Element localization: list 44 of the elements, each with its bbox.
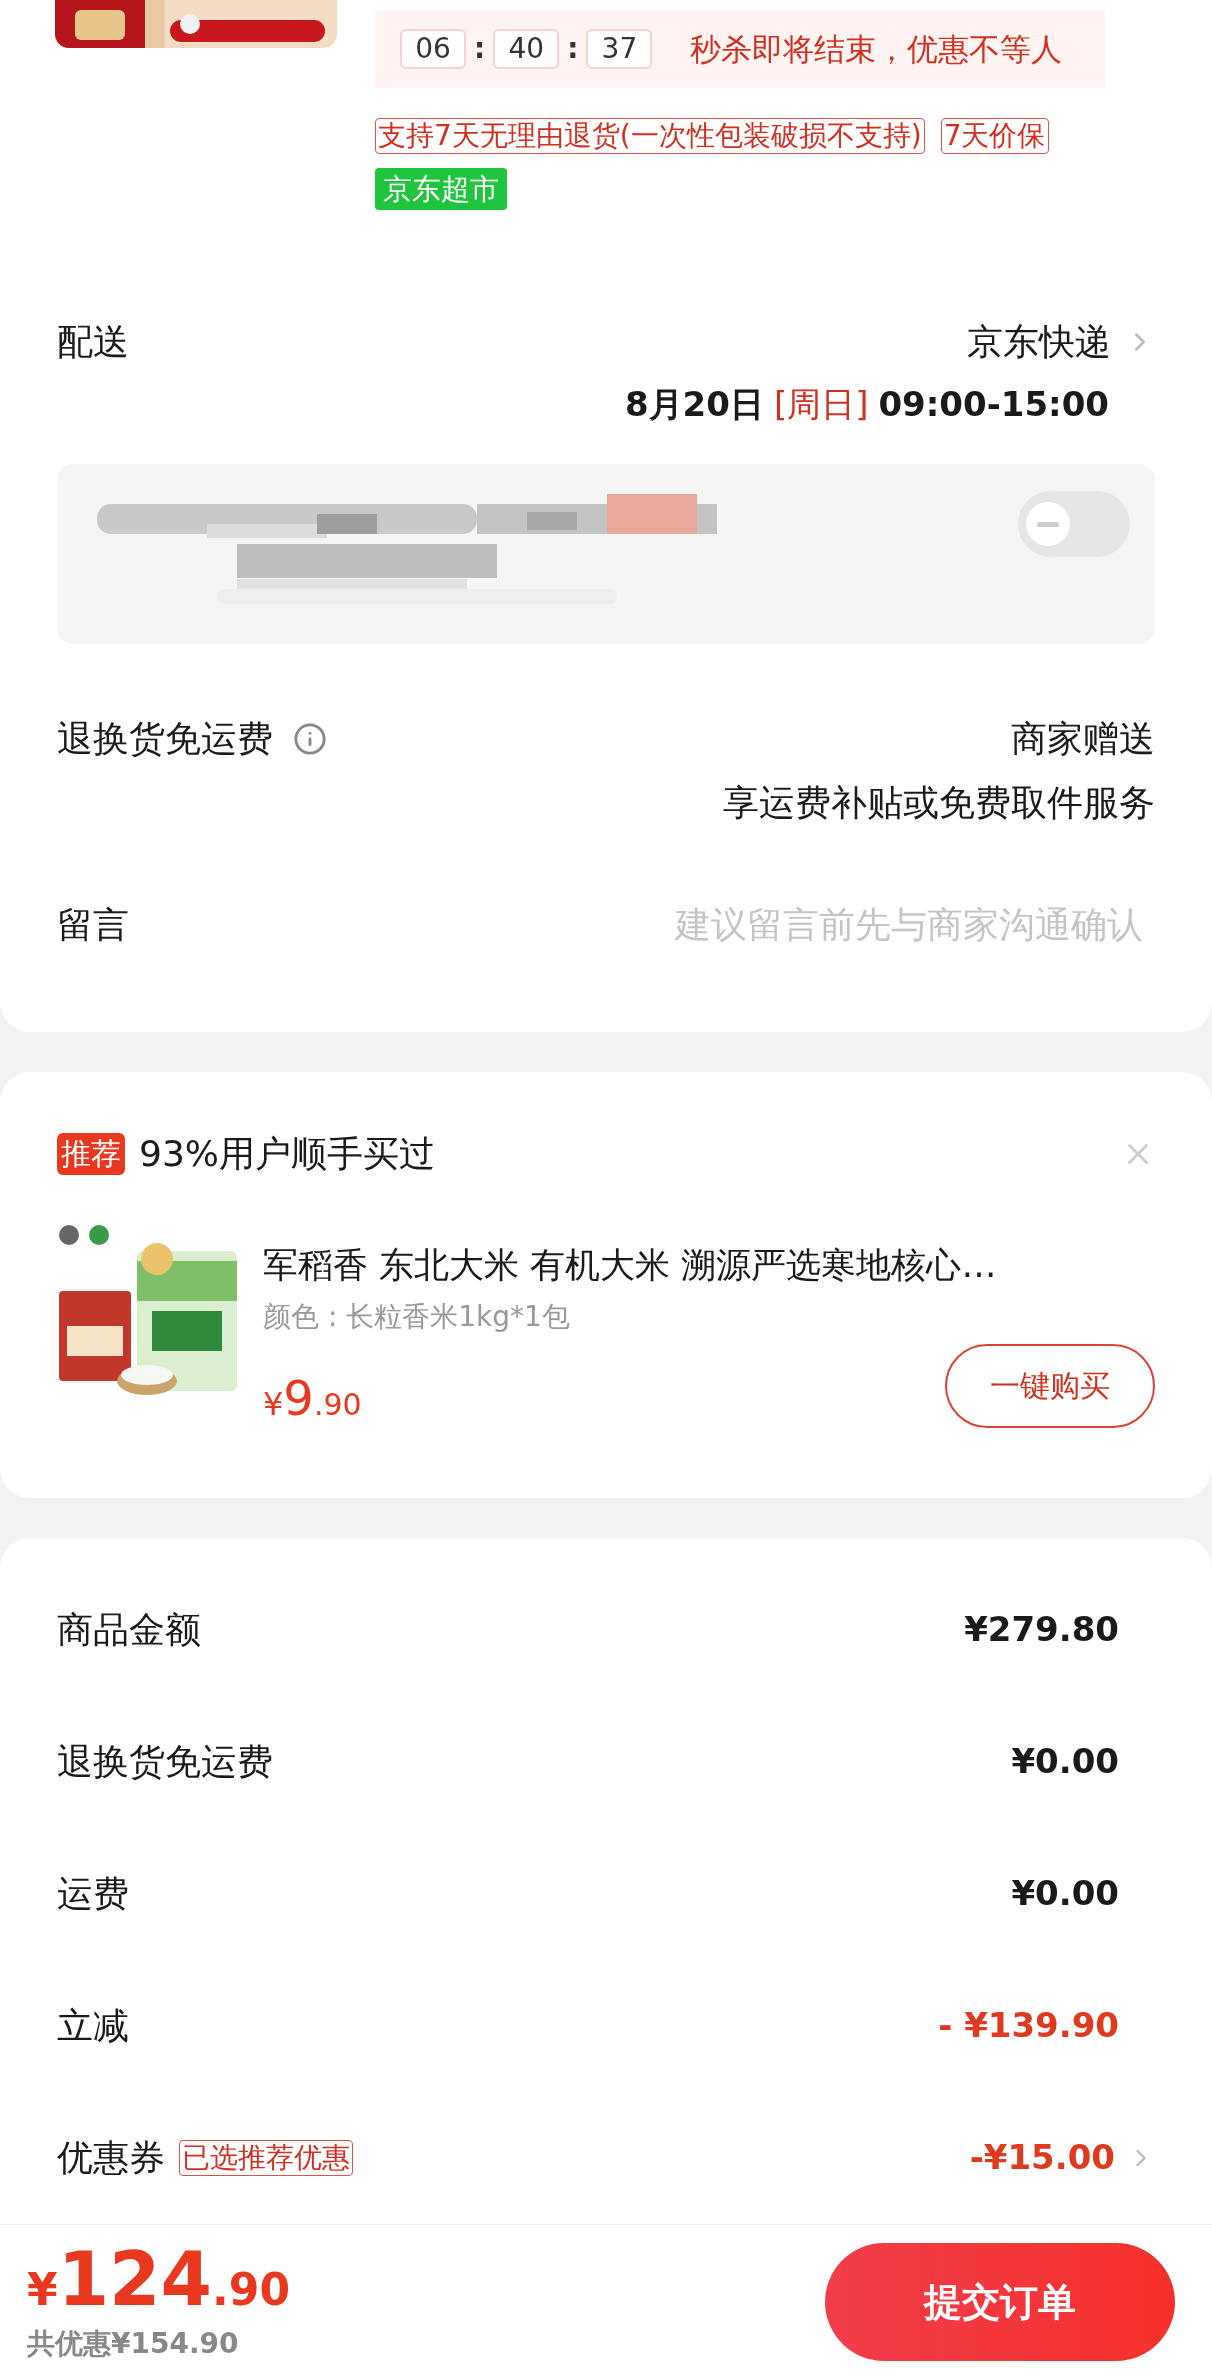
total-currency: ¥ — [27, 2263, 58, 2317]
message-label: 留言 — [57, 903, 129, 947]
summary-label: 商品金额 — [57, 1607, 201, 1652]
service-tag: 7天价保 — [940, 118, 1049, 154]
coupon-tag: 已选推荐优惠 — [179, 2139, 353, 2176]
summary-label: 优惠券 — [57, 2135, 165, 2180]
summary-label: 运费 — [57, 1871, 129, 1916]
countdown-separator: : — [474, 31, 486, 67]
countdown-hours: 06 — [400, 29, 466, 69]
delivery-weekday: [周日] — [773, 383, 869, 426]
summary-value: -¥15.00 — [969, 2136, 1115, 2179]
recommend-badge: 推荐 — [57, 1133, 125, 1175]
message-field[interactable]: 建议留言前先与商家沟通确认 — [583, 898, 1143, 952]
quick-buy-button[interactable]: 一键购买 — [945, 1343, 1155, 1428]
product-variant: 颜色 : 长粒香米1kg*1包 — [263, 1298, 571, 1335]
summary-value: ¥0.00 — [1011, 1740, 1119, 1783]
delivery-date: 8月20日 — [624, 383, 764, 426]
delivery-label: 配送 — [57, 320, 129, 364]
summary-label: 立减 — [57, 2003, 129, 2048]
summary-value: - ¥139.90 — [938, 2004, 1119, 2047]
countdown-separator: : — [567, 31, 579, 67]
return-shipping-label: 退换货免运费 — [57, 717, 273, 761]
countdown-minutes: 40 — [493, 29, 560, 69]
total-savings: 共优惠¥154.90 — [27, 2326, 240, 2362]
summary-value: ¥279.80 — [964, 1608, 1119, 1651]
summary-label: 退换货免运费 — [57, 1739, 273, 1784]
summary-value: ¥0.00 — [1011, 1872, 1119, 1915]
submit-order-button[interactable]: 提交订单 — [825, 2243, 1175, 2361]
product-name[interactable]: 军稻香 东北大米 有机大米 溯源严选寒地核心… — [263, 1239, 1155, 1292]
price-decimal: .90 — [313, 1385, 362, 1424]
return-shipping-value: 商家赠送 — [1011, 717, 1155, 761]
delivery-time: 09:00-15:00 — [878, 383, 1109, 426]
delivery-carrier[interactable]: 京东快递 — [967, 315, 1111, 369]
total-decimal: .90 — [212, 2263, 291, 2317]
info-icon[interactable] — [293, 722, 327, 756]
price-currency: ¥ — [263, 1383, 284, 1425]
return-shipping-note: 享运费补贴或免费取件服务 — [723, 781, 1155, 825]
total-integer: 124 — [57, 2239, 213, 2319]
countdown-message: 秒杀即将结束，优惠不等人 — [690, 29, 1063, 69]
price-integer: 9 — [283, 1368, 314, 1428]
service-tag: 京东超市 — [375, 168, 507, 210]
countdown-seconds: 37 — [586, 29, 653, 69]
service-tag: 支持7天无理由退货(一次性包装破损不支持) — [375, 118, 925, 154]
recommend-title: 93%用户顺手买过 — [139, 1132, 435, 1176]
